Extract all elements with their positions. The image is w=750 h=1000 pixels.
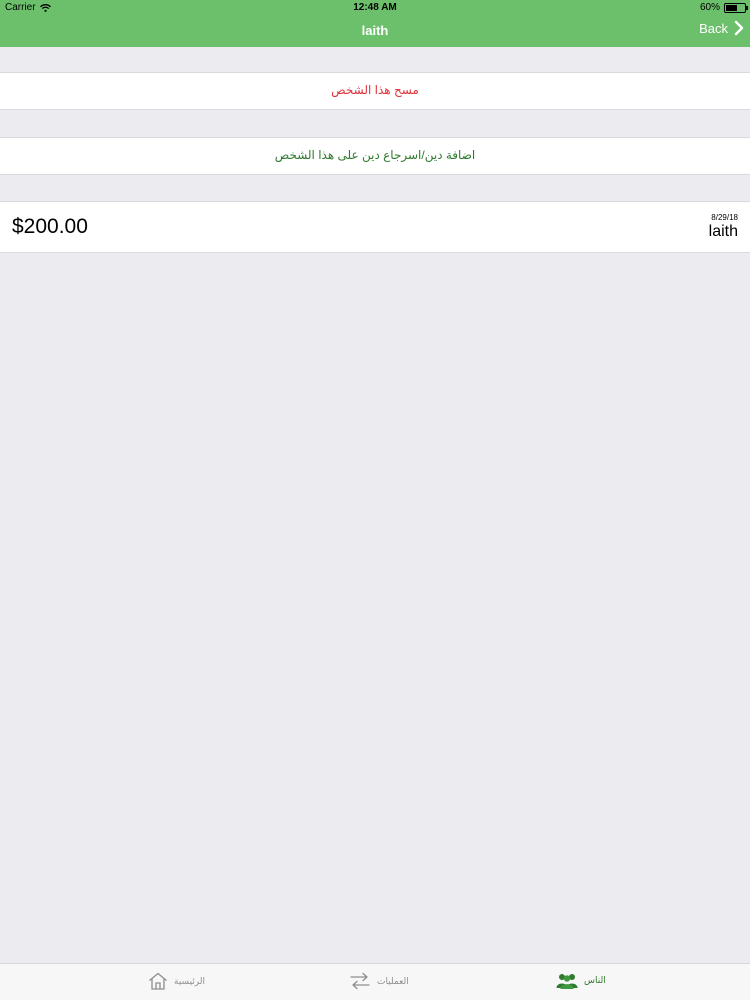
page-title: laith	[361, 23, 389, 38]
debt-amount: $200.00	[12, 215, 88, 238]
battery-percent: 60%	[699, 2, 720, 13]
battery: 60%	[699, 2, 748, 13]
tab-people[interactable]: الناس	[556, 972, 606, 989]
tab-home[interactable]: الرئيسية	[148, 972, 205, 990]
tab-bar: الرئيسية العمليات الناس	[0, 963, 750, 1000]
debt-person-name: laith	[708, 223, 738, 240]
delete-person-button[interactable]: مسح هذا الشخص	[0, 72, 750, 110]
transfer-icon	[350, 972, 370, 990]
back-label: Back	[699, 20, 728, 36]
back-button[interactable]: Back	[699, 20, 744, 36]
delete-person-label: مسح هذا الشخص	[331, 83, 419, 97]
tab-operations-label: العمليات	[377, 975, 409, 986]
home-icon	[149, 972, 167, 990]
people-icon	[556, 974, 578, 989]
chevron-right-icon	[734, 20, 744, 36]
battery-icon	[724, 2, 748, 13]
tab-people-label: الناس	[584, 975, 606, 985]
add-debt-button[interactable]: اضافة دين/اسرجاع دين على هذا الشخص	[0, 137, 750, 175]
add-debt-label: اضافة دين/اسرجاع دين على هذا الشخص	[274, 148, 476, 162]
navigation-bar: laith Back	[0, 16, 750, 47]
status-time: 12:48 AM	[353, 2, 397, 13]
debt-date: 8/29/18	[711, 213, 738, 222]
tab-operations[interactable]: العمليات	[349, 972, 409, 990]
tab-home-label: الرئيسية	[174, 975, 205, 986]
status-bar: Carrier 12:48 AM 60%	[0, 0, 750, 16]
debt-row[interactable]: $200.00 8/29/18 laith	[0, 201, 750, 253]
